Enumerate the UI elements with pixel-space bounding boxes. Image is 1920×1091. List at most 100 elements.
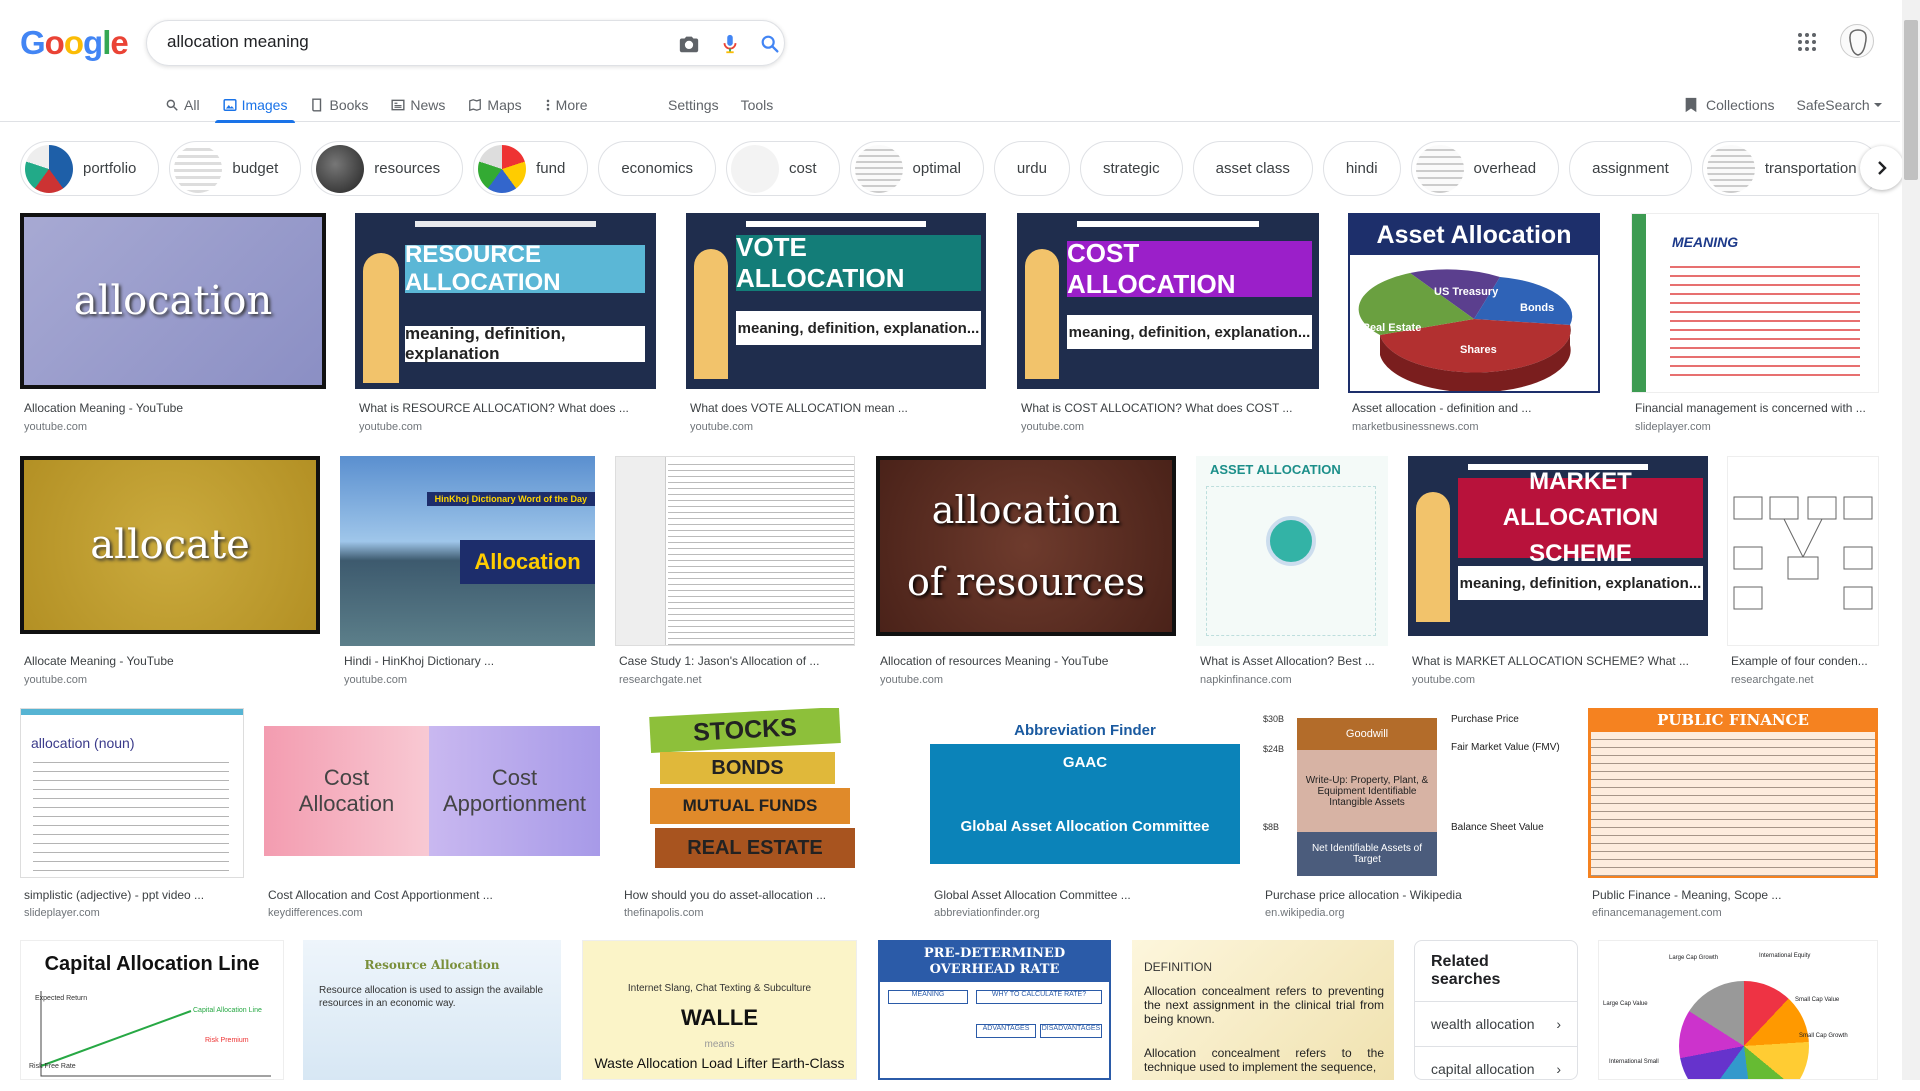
- chip-overhead[interactable]: overhead: [1410, 141, 1560, 196]
- image-result[interactable]: STOCKS BONDS MUTUAL FUNDS REAL ESTATE Ho…: [620, 708, 910, 920]
- result-title[interactable]: Global Asset Allocation Committee ...: [934, 888, 1238, 902]
- image-result[interactable]: allocate Allocate Meaning - YouTube yout…: [20, 456, 320, 688]
- result-source[interactable]: youtube.com: [690, 421, 753, 433]
- result-title[interactable]: How should you do asset-allocation ...: [624, 888, 908, 902]
- result-source[interactable]: keydifferences.com: [268, 907, 363, 919]
- result-source[interactable]: youtube.com: [359, 421, 422, 433]
- image-result[interactable]: HinKhoj Dictionary Word of the Day Alloc…: [340, 456, 595, 688]
- result-source[interactable]: youtube.com: [24, 674, 87, 686]
- result-title[interactable]: What is Asset Allocation? Best ...: [1200, 654, 1388, 668]
- result-source[interactable]: youtube.com: [344, 674, 407, 686]
- search-tabs: All Images Books News Maps More: [165, 88, 611, 123]
- result-title[interactable]: Allocation Meaning - YouTube: [24, 401, 324, 415]
- result-title[interactable]: Purchase price allocation - Wikipedia: [1265, 888, 1565, 902]
- image-result[interactable]: DEFINITION Allocation concealment refers…: [1132, 940, 1394, 1080]
- image-result[interactable]: allocation of resources Allocation of re…: [876, 456, 1176, 688]
- image-result[interactable]: ASSET ALLOCATION What is Asset Allocatio…: [1196, 456, 1388, 688]
- pie-label: Small Cap Value: [1795, 997, 1840, 1003]
- chip-hindi[interactable]: hindi: [1322, 141, 1401, 196]
- result-title[interactable]: What is MARKET ALLOCATION SCHEME? What .…: [1412, 654, 1706, 668]
- chip-transportation[interactable]: transportation: [1701, 141, 1880, 196]
- result-title[interactable]: Case Study 1: Jason's Allocation of ...: [619, 654, 855, 668]
- collections-link[interactable]: Collections: [1706, 97, 1774, 113]
- chevron-right-icon[interactable]: [1860, 146, 1904, 190]
- tab-news[interactable]: News: [391, 88, 445, 122]
- image-result[interactable]: MARKET ALLOCATION SCHEME meaning, defini…: [1408, 456, 1708, 688]
- chip-optimal[interactable]: optimal: [849, 141, 984, 196]
- image-result[interactable]: Goodwill Write-Up: Property, Plant, & Eq…: [1261, 708, 1566, 920]
- chip-cost[interactable]: cost: [726, 141, 840, 196]
- related-item[interactable]: wealth allocation ›: [1415, 1001, 1577, 1046]
- image-result[interactable]: Asset Allocation US Treasury Bonds Real …: [1348, 213, 1600, 435]
- result-source[interactable]: slideplayer.com: [1635, 421, 1711, 433]
- result-title[interactable]: What is RESOURCE ALLOCATION? What does .…: [359, 401, 654, 415]
- chip-portfolio[interactable]: portfolio: [20, 141, 160, 196]
- result-source[interactable]: youtube.com: [880, 674, 943, 686]
- image-result[interactable]: PUBLIC FINANCE Public Finance - Meaning,…: [1588, 708, 1878, 920]
- chip-assignment[interactable]: assignment: [1569, 141, 1692, 196]
- result-source[interactable]: abbreviationfinder.org: [934, 907, 1040, 919]
- result-source[interactable]: youtube.com: [24, 421, 87, 433]
- result-source[interactable]: efinancemanagement.com: [1592, 907, 1722, 919]
- chip-asset-class[interactable]: asset class: [1192, 141, 1313, 196]
- apps-grid-icon[interactable]: [1795, 30, 1819, 54]
- tab-images[interactable]: Images: [214, 88, 296, 123]
- result-source[interactable]: youtube.com: [1412, 674, 1475, 686]
- avatar[interactable]: [1840, 24, 1874, 58]
- result-source[interactable]: slideplayer.com: [24, 907, 100, 919]
- result-title[interactable]: What does VOTE ALLOCATION mean ...: [690, 401, 984, 415]
- search-icon[interactable]: [757, 31, 783, 57]
- result-title[interactable]: What is COST ALLOCATION? What does COST …: [1021, 401, 1317, 415]
- settings-link[interactable]: Settings: [668, 88, 719, 122]
- image-result[interactable]: Internet Slang, Chat Texting & Subcultur…: [582, 940, 857, 1080]
- image-result[interactable]: allocation (noun) simplistic (adjective)…: [20, 708, 244, 920]
- google-logo[interactable]: Google: [20, 24, 129, 62]
- result-source[interactable]: researchgate.net: [1731, 674, 1814, 686]
- tools-link[interactable]: Tools: [741, 88, 774, 122]
- result-source[interactable]: napkinfinance.com: [1200, 674, 1292, 686]
- chip-resources[interactable]: resources: [311, 141, 464, 196]
- image-result[interactable]: Cost Allocation Cost Apportionment Cost …: [264, 708, 600, 920]
- related-item[interactable]: capital allocation ›: [1415, 1046, 1577, 1091]
- image-result[interactable]: Capital Allocation Line Expected Return …: [20, 940, 284, 1080]
- image-result[interactable]: Large Cap Growth International Equity Sm…: [1598, 940, 1878, 1080]
- image-result[interactable]: Abbreviation Finder GAAC Global Asset Al…: [930, 708, 1240, 920]
- tab-more[interactable]: More: [545, 88, 588, 122]
- result-title[interactable]: Asset allocation - definition and ...: [1352, 401, 1598, 415]
- result-title[interactable]: Allocate Meaning - YouTube: [24, 654, 318, 668]
- result-source[interactable]: en.wikipedia.org: [1265, 907, 1345, 919]
- image-result[interactable]: VOTE ALLOCATION meaning, definition, exp…: [686, 213, 986, 435]
- image-result[interactable]: MEANING Financial management is concerne…: [1631, 213, 1879, 435]
- search-input[interactable]: [167, 32, 647, 52]
- result-title[interactable]: Financial management is concerned with .…: [1635, 401, 1877, 415]
- tab-maps[interactable]: Maps: [468, 88, 522, 122]
- camera-icon[interactable]: [676, 31, 702, 57]
- tab-all[interactable]: All: [165, 88, 200, 122]
- result-title[interactable]: Hindi - HinKhoj Dictionary ...: [344, 654, 594, 668]
- safesearch-link[interactable]: SafeSearch: [1796, 97, 1869, 113]
- image-result[interactable]: Example of four conden... researchgate.n…: [1727, 456, 1879, 688]
- microphone-icon[interactable]: [717, 31, 743, 57]
- image-result[interactable]: PRE-DETERMINED OVERHEAD RATE MEANING WHY…: [878, 940, 1111, 1080]
- chip-economics[interactable]: economics: [598, 141, 717, 196]
- result-title[interactable]: Cost Allocation and Cost Apportionment .…: [268, 888, 598, 902]
- result-title[interactable]: Public Finance - Meaning, Scope ...: [1592, 888, 1876, 902]
- image-result[interactable]: Resource Allocation Resource allocation …: [303, 940, 561, 1080]
- result-source[interactable]: youtube.com: [1021, 421, 1084, 433]
- image-result[interactable]: allocation Allocation Meaning - YouTube …: [20, 213, 326, 435]
- chip-strategic[interactable]: strategic: [1079, 141, 1183, 196]
- result-title[interactable]: simplistic (adjective) - ppt video ...: [24, 888, 244, 902]
- result-source[interactable]: thefinapolis.com: [624, 907, 704, 919]
- image-result[interactable]: Case Study 1: Jason's Allocation of ... …: [615, 456, 855, 688]
- scrollbar-thumb[interactable]: [1904, 20, 1918, 180]
- chip-fund[interactable]: fund: [473, 141, 589, 196]
- tab-books[interactable]: Books: [310, 88, 368, 122]
- chip-budget[interactable]: budget: [169, 141, 302, 196]
- result-source[interactable]: researchgate.net: [619, 674, 702, 686]
- result-source[interactable]: marketbusinessnews.com: [1352, 421, 1479, 433]
- chip-urdu[interactable]: urdu: [993, 141, 1070, 196]
- image-result[interactable]: COST ALLOCATION meaning, definition, exp…: [1017, 213, 1319, 435]
- image-result[interactable]: RESOURCE ALLOCATION meaning, definition,…: [355, 213, 656, 435]
- result-title[interactable]: Example of four conden...: [1731, 654, 1879, 668]
- result-title[interactable]: Allocation of resources Meaning - YouTub…: [880, 654, 1174, 668]
